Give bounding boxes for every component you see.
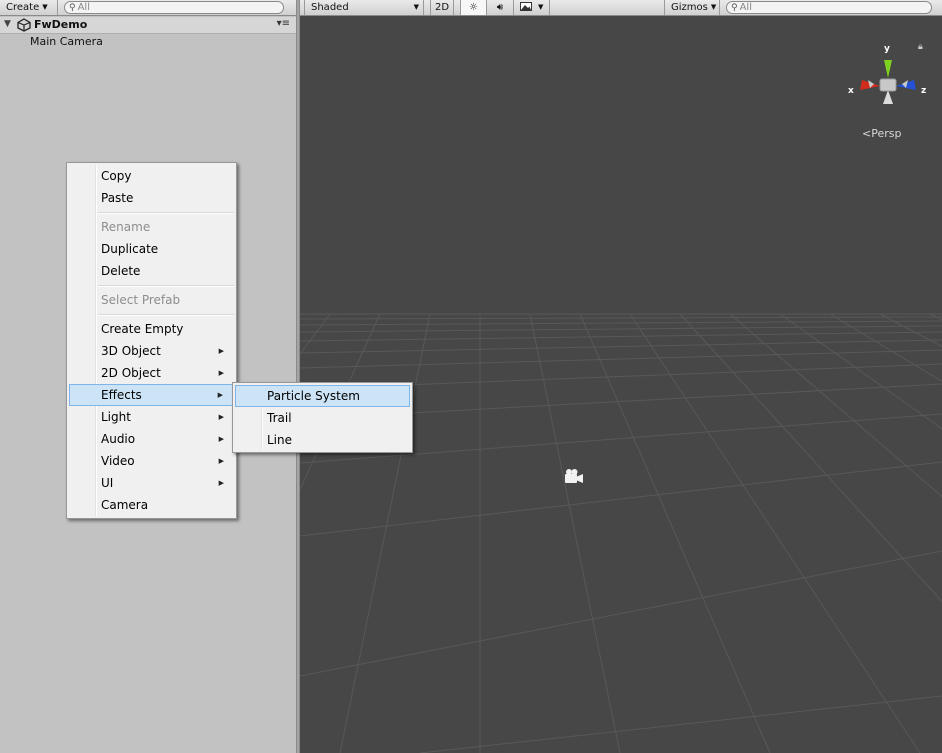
gizmos-label: Gizmos xyxy=(671,2,708,13)
search-icon: ⚲ xyxy=(731,3,738,13)
submenu-arrow-icon: ▶ xyxy=(218,413,224,421)
sun-icon: ☼ xyxy=(469,2,478,13)
menu-item-camera[interactable]: Camera xyxy=(69,494,234,516)
projection-label: Persp xyxy=(871,127,902,140)
submenu-arrow-icon: ▶ xyxy=(218,435,224,443)
menu-item-label: Audio xyxy=(101,432,136,446)
menu-item-label: 3D Object xyxy=(101,344,161,358)
camera-gizmo-icon[interactable] xyxy=(562,468,586,486)
menu-separator xyxy=(98,314,234,316)
scene-header-row[interactable]: ▼ FwDemo ▾≡ xyxy=(0,17,296,34)
submenu-arrow-icon: ▶ xyxy=(218,369,224,377)
menu-item-line[interactable]: Line xyxy=(235,429,410,451)
gizmos-dropdown[interactable]: Gizmos ▼ xyxy=(664,0,720,15)
toggle-2d-button[interactable]: 2D xyxy=(430,0,454,15)
chevron-down-icon: ▼ xyxy=(710,3,717,11)
audio-toggle[interactable]: 🔊︎ xyxy=(487,0,514,15)
scene-options-icon[interactable]: ▾≡ xyxy=(277,18,290,29)
effects-toggle[interactable]: ▼ xyxy=(514,0,550,15)
menu-item-select-prefab[interactable]: Select Prefab xyxy=(69,289,234,311)
hierarchy-search-input[interactable]: ⚲ All xyxy=(64,1,284,14)
submenu-arrow-icon: ▶ xyxy=(217,391,223,399)
lighting-toggle[interactable]: ☼ xyxy=(460,0,487,15)
menu-separator xyxy=(98,285,234,287)
menu-item-delete[interactable]: Delete xyxy=(69,260,234,282)
image-icon xyxy=(520,2,532,11)
menu-item-label: UI xyxy=(101,476,114,490)
create-dropdown[interactable]: Create ▼ xyxy=(0,0,58,15)
menu-item-ui[interactable]: UI ▶ xyxy=(69,472,234,494)
menu-item-2d-object[interactable]: 2D Object ▶ xyxy=(69,362,234,384)
menu-item-paste[interactable]: Paste xyxy=(69,187,234,209)
menu-item-create-empty[interactable]: Create Empty xyxy=(69,318,234,340)
chevron-down-icon: ▼ xyxy=(42,3,48,11)
hierarchy-item-main-camera[interactable]: Main Camera xyxy=(30,35,103,48)
submenu-arrow-icon: ▶ xyxy=(218,347,224,355)
create-label: Create xyxy=(6,2,40,13)
menu-item-light[interactable]: Light ▶ xyxy=(69,406,234,428)
submenu-arrow-icon: ▶ xyxy=(218,457,224,465)
menu-item-trail[interactable]: Trail xyxy=(235,407,410,429)
context-menu: Copy Paste Rename Duplicate Delete Selec… xyxy=(66,162,237,519)
menu-item-particle-system[interactable]: Particle System xyxy=(235,385,410,407)
toggle-2d-label: 2D xyxy=(434,2,450,13)
menu-item-copy[interactable]: Copy xyxy=(69,165,234,187)
menu-item-label: Effects xyxy=(101,388,142,402)
menu-item-label: Light xyxy=(101,410,131,424)
axis-x-label: x xyxy=(848,86,854,96)
menu-item-duplicate[interactable]: Duplicate xyxy=(69,238,234,260)
menu-item-video[interactable]: Video ▶ xyxy=(69,450,234,472)
scene-search-input[interactable]: ⚲ All xyxy=(726,1,932,14)
scene-toolbar: Shaded ▼ 2D ☼ 🔊︎ ▼ Gizmos ▼ ⚲ All xyxy=(300,0,942,16)
chevron-down-icon: ▼ xyxy=(413,3,419,11)
menu-item-label: Video xyxy=(101,454,135,468)
speaker-icon: 🔊︎ xyxy=(496,2,504,13)
persp-icon: < xyxy=(862,127,872,140)
hierarchy-toolbar: Create ▼ ⚲ All xyxy=(0,0,296,16)
menu-separator xyxy=(98,212,234,214)
menu-item-audio[interactable]: Audio ▶ xyxy=(69,428,234,450)
axis-y-label: y xyxy=(884,44,890,54)
fold-triangle-icon[interactable]: ▼ xyxy=(4,19,11,29)
scene-panel: Shaded ▼ 2D ☼ 🔊︎ ▼ Gizmos ▼ ⚲ All 🔒︎ y x… xyxy=(300,0,942,753)
projection-toggle[interactable]: <Persp xyxy=(862,127,901,140)
chevron-down-icon: ▼ xyxy=(538,3,544,11)
axis-z-label: z xyxy=(921,86,926,96)
shading-mode-dropdown[interactable]: Shaded ▼ xyxy=(304,0,424,15)
menu-item-rename[interactable]: Rename xyxy=(69,216,234,238)
scene-name: FwDemo xyxy=(34,18,88,31)
scene-search-placeholder: All xyxy=(739,2,752,13)
menu-item-label: 2D Object xyxy=(101,366,161,380)
menu-item-effects[interactable]: Effects ▶ xyxy=(69,384,234,406)
search-icon: ⚲ xyxy=(69,3,76,13)
shading-mode-label: Shaded xyxy=(311,2,349,13)
effects-submenu: Particle System Trail Line xyxy=(232,382,413,453)
unity-scene-icon xyxy=(17,18,31,32)
hierarchy-search-placeholder: All xyxy=(77,2,90,13)
menu-item-3d-object[interactable]: 3D Object ▶ xyxy=(69,340,234,362)
submenu-arrow-icon: ▶ xyxy=(218,479,224,487)
